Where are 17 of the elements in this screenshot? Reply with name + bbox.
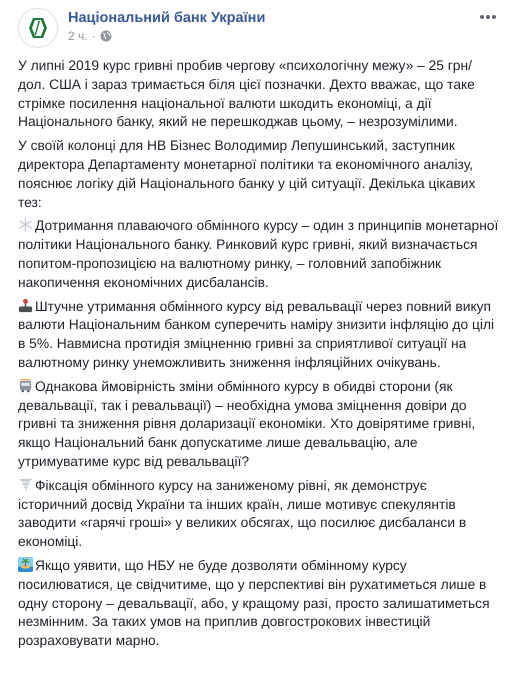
post-paragraph: Штучне утримання обмінного курсу від ревальвації через повний викуп валюти Національним банком суперечить наміру знизити інфляцію до цілі в 5%. Навмисна протидія зміцненню гривні за сприятливої ситуації на валютному ринку унеможливить зниження інфляційних очікувань. [18,298,496,372]
post-paragraph: Фіксація обмінного курсу на заниженому рівні, як демонструє історичний досвід України та інших країн, лише мотивує спекулянтів заводити «гарячі гроші» у великих обсягах, що посилює дисбаланси в економіці. [18,476,468,552]
tornado-icon [18,476,33,492]
island-icon [18,556,33,572]
more-options-icon[interactable] [479,14,497,20]
separator-dot: · [92,29,96,43]
post-paragraph: У своїй колонці для НВ Бізнес Володимир Лепушинський, заступник директора Департаменту монетарної політики та економічного аналізу, пояснює логіку дій Національного банку у цій ситуації. Декілька цікавих тез: [18,137,476,212]
bank-logo-avatar[interactable] [18,8,58,48]
page-name-link[interactable]: Національний банк України [68,10,469,26]
post-paragraph: Якщо уявити, що НБУ не буде дозволяти обмінному курсу посилюватися, це свідчитиме, що у перспективі він рухатиметься лише в одну сторону – девальвації, або, у кращому разі, просто залишатиметься незмінним. За таких умов на приплив довгострокових інвестицій розраховувати марно. [18,556,491,650]
snowflake-icon [18,217,33,232]
post-paragraph: Дотримання плаваючого обмінного курсу – один з принципів монетарної політики Національного банку. Ринковий курс гривні, який визначається попитом-пропозицією на валютному ринку, – головний запобіжник накопичення економічних дисбалансів. [18,217,499,292]
tram-icon [18,378,33,393]
post-paragraph: У липні 2019 курс гривні пробив чергову «психологічну межу» – 25 грн/дол. США і зараз тримається біля цієї позначки. Дехто вважає, що таке стрімке посилення національної валюти шкодить економіці, а дії Національного банку, який не перешкоджав цьому, – незрозумілими. [18,57,476,132]
post-paragraph: Однакова ймовірність зміни обмінного курсу в обидві сторони (як девальвації, так і ревальвації) – необхідна умова зміцнення довіри до гривні та зниження рівня доларизації економіки. Хто довірятиме гривні, якщо Національний банк допускатиме лише девальвацію, але утримуватиме курс від ревальвації? [18,378,476,471]
globe-icon[interactable] [100,30,112,42]
joystick-icon [18,298,33,313]
